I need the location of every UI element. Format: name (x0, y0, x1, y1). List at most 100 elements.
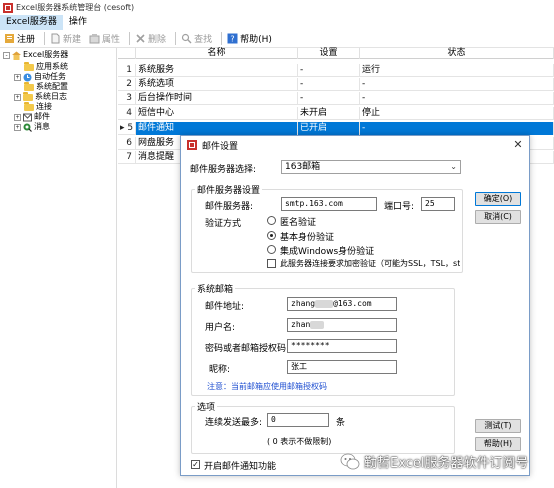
tree-item-message[interactable]: + 消息 (14, 122, 50, 132)
tree-root-label: Excel服务器 (23, 50, 69, 59)
menu-excel-server[interactable]: Excel服务器 (0, 15, 63, 30)
new-button[interactable]: 新建 (48, 31, 83, 47)
row-number: 7 (118, 151, 136, 164)
new-label: 新建 (63, 35, 82, 45)
max-send-label: 连续发送最多: (205, 418, 263, 428)
auth-anonymous-label: 匿名验证 (280, 218, 317, 228)
enable-notify-checkbox[interactable]: ✓ (191, 460, 200, 469)
max-send-unit: 条 (336, 418, 346, 428)
email-address-label: 邮件地址: (205, 302, 245, 312)
password-input[interactable]: ******** (287, 339, 397, 353)
email-suffix: @163.com (333, 299, 372, 308)
expand-toggle[interactable]: + (14, 113, 21, 121)
auth-anonymous-radio[interactable] (267, 216, 276, 225)
username-label: 用户名: (205, 323, 236, 333)
table-row-selected[interactable]: ▸ 5 邮件通知 已开启 - (118, 122, 554, 135)
properties-button[interactable]: 属性 (87, 31, 122, 47)
tree-item-label: 系统配置 (36, 82, 68, 91)
tree-item-sys-log[interactable]: + 系统日志 (14, 91, 67, 102)
find-button[interactable]: 查找 (179, 31, 214, 47)
toolbar-separator (44, 32, 46, 45)
test-button[interactable]: 测试(T) (475, 419, 521, 433)
close-icon[interactable]: ✕ (511, 138, 525, 152)
mail-server-select[interactable]: 163邮箱 ⌄ (281, 160, 461, 174)
auth-basic-radio[interactable] (267, 231, 276, 240)
toolbar: 注册 新建 属性 删除 查找 ? 帮助(H) (0, 30, 554, 48)
email-address-input[interactable]: zhang @163.com (287, 297, 397, 311)
menu-operation[interactable]: 操作 (63, 15, 93, 30)
row-number: 1 (118, 64, 136, 77)
find-label: 查找 (194, 35, 213, 45)
properties-label: 属性 (102, 35, 121, 45)
delete-label: 删除 (148, 35, 167, 45)
table-row[interactable]: 1 系统服务 - 运行 (118, 64, 554, 77)
tree-item-app-system[interactable]: 应用系统 (24, 61, 68, 72)
dialog-help-button[interactable]: 帮助(H) (475, 437, 521, 451)
cancel-button[interactable]: 取消(C) (475, 210, 521, 224)
tree-item-sys-config[interactable]: 系统配置 (24, 81, 68, 92)
tree-item-connection[interactable]: 连接 (24, 101, 52, 112)
auth-windows-radio[interactable] (267, 245, 276, 254)
table-row[interactable]: 3 后台操作时间 - - (118, 92, 554, 105)
expand-toggle[interactable]: + (14, 93, 21, 101)
mail-settings-dialog: 邮件设置 ✕ 邮件服务器选择: 163邮箱 ⌄ 邮件服务器设置 邮件服务器: s… (180, 135, 530, 476)
column-header-setting[interactable]: 设置 (298, 48, 360, 59)
mail-server-select-label: 邮件服务器选择: (190, 165, 257, 175)
auth-windows-label: 集成Windows身份验证 (280, 247, 375, 257)
tree-item-label: 邮件 (34, 112, 50, 121)
help-button[interactable]: ? 帮助(H) (225, 31, 274, 47)
tree-root[interactable]: - Excel服务器 (3, 50, 68, 60)
current-row-marker: ▸ (120, 123, 125, 133)
row-number: 6 (118, 137, 136, 150)
delete-icon (135, 33, 146, 44)
cell-setting: 未开启 (298, 107, 360, 120)
expand-toggle[interactable]: + (14, 123, 21, 131)
encrypt-checkbox[interactable] (267, 259, 276, 268)
message-icon (23, 123, 32, 132)
dialog-titlebar: 邮件设置 ✕ (181, 136, 529, 154)
max-send-input[interactable]: 0 (267, 413, 329, 427)
delete-button[interactable]: 删除 (133, 31, 168, 47)
row-number: 3 (118, 92, 136, 105)
cell-status: - (360, 78, 554, 91)
collapse-toggle[interactable]: - (3, 51, 10, 59)
toolbar-separator (129, 32, 131, 45)
row-number: ▸ 5 (118, 122, 136, 135)
mail-server-input[interactable]: smtp.163.com (281, 197, 377, 211)
ok-button[interactable]: 确定(O) (475, 192, 521, 206)
expand-toggle[interactable]: + (14, 73, 21, 81)
cell-name: 后台操作时间 (136, 92, 298, 105)
nickname-input[interactable]: 张工 (287, 360, 397, 374)
column-header-status[interactable]: 状态 (360, 48, 554, 59)
server-settings-group-title: 邮件服务器设置 (195, 183, 263, 196)
options-group-title: 选项 (195, 400, 218, 413)
watermark-text: 勤哲Excel服务器软件订阅号 (364, 456, 529, 471)
username-value: zhan (291, 320, 311, 329)
nickname-label: 昵称: (209, 365, 231, 375)
row-number-header (118, 48, 136, 59)
folder-icon (24, 81, 34, 91)
new-document-icon (50, 33, 61, 44)
row-number: 4 (118, 107, 136, 120)
tree-item-mail[interactable]: + 邮件 (14, 112, 50, 122)
username-input[interactable]: zhan (287, 318, 397, 332)
register-icon (4, 33, 15, 44)
cell-name: 短信中心 (136, 107, 298, 120)
port-input[interactable]: 25 (421, 197, 455, 211)
watermark: 勤哲Excel服务器软件订阅号 (340, 452, 528, 471)
column-header-name[interactable]: 名称 (136, 48, 298, 59)
cell-status: 运行 (360, 64, 554, 77)
system-mail-group-title: 系统邮箱 (195, 282, 236, 295)
tree-item-label: 应用系统 (36, 62, 68, 71)
tree-item-label: 连接 (36, 102, 52, 111)
grid-header: 名称 设置 状态 (118, 48, 554, 59)
table-row[interactable]: 4 短信中心 未开启 停止 (118, 107, 554, 120)
register-button[interactable]: 注册 (2, 31, 37, 47)
cell-status: - (360, 122, 554, 135)
tree-item-auto-task[interactable]: + 自动任务 (14, 72, 66, 82)
auth-method-label: 验证方式 (205, 219, 242, 229)
cell-status: 停止 (360, 107, 554, 120)
help-label: 帮助(H) (240, 35, 272, 45)
table-row[interactable]: 2 系统选项 - - (118, 78, 554, 91)
mail-icon (23, 113, 32, 122)
